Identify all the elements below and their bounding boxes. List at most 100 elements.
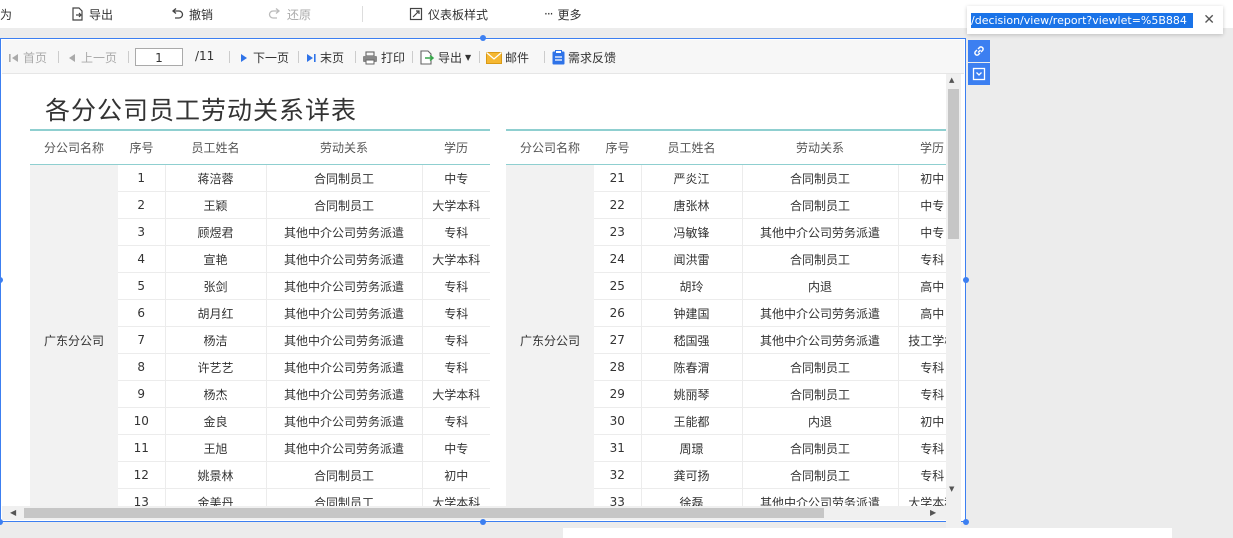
col-header: 劳动关系 [266, 129, 422, 165]
first-page-button[interactable]: 首页 [8, 49, 47, 66]
labor-relation-cell: 合同制员工 [741, 191, 898, 219]
more-icon: ··· [544, 7, 554, 21]
horizontal-scrollbar[interactable]: ◀ ▶ [2, 506, 946, 520]
scroll-left-icon[interactable]: ◀ [10, 508, 16, 517]
labor-relation-cell: 合同制员工 [265, 164, 422, 192]
labor-relation-cell: 合同制员工 [741, 380, 898, 408]
labor-relation-cell: 内退 [741, 407, 898, 435]
print-button[interactable]: 打印 [362, 49, 405, 66]
education-cell: 专科 [897, 434, 946, 462]
labor-relation-cell: 其他中介公司劳务派遣 [265, 380, 422, 408]
employee-name-cell: 王颖 [164, 191, 266, 219]
prev-page-button[interactable]: 上一页 [66, 49, 117, 66]
next-page-icon [241, 53, 247, 62]
employee-name-cell: 金美丹 [164, 488, 266, 506]
education-cell: 专科 [421, 353, 490, 381]
education-cell: 高中 [897, 299, 946, 327]
mail-button[interactable]: 邮件 [486, 49, 529, 66]
last-page-label: 末页 [320, 51, 345, 65]
index-cell: 13 [118, 488, 165, 506]
table-header-row: 分公司名称 序号 员工姓名 劳动关系 学历 [30, 129, 490, 165]
employee-name-cell: 胡玲 [640, 272, 742, 300]
col-header: 分公司名称 [30, 129, 118, 165]
more-button[interactable]: ··· 更多 [544, 5, 581, 23]
index-cell: 24 [594, 245, 641, 273]
employee-name-cell: 陈春渭 [640, 353, 742, 381]
next-page-button[interactable]: 下一页 [238, 49, 289, 66]
page-number-input[interactable]: 1 [135, 48, 183, 66]
toolbar-divider [58, 51, 59, 63]
branch-name-cell: 广东分公司 [506, 164, 594, 506]
index-cell: 11 [118, 434, 165, 462]
resize-handle[interactable] [480, 519, 486, 525]
employee-name-cell: 徐磊 [640, 488, 742, 506]
horizontal-scroll-thumb[interactable] [24, 508, 824, 518]
employee-name-cell: 闻洪雷 [640, 245, 742, 273]
labor-relation-cell: 其他中介公司劳务派遣 [265, 299, 422, 327]
employee-name-cell: 许艺艺 [164, 353, 266, 381]
index-cell: 33 [594, 488, 641, 506]
index-cell: 29 [594, 380, 641, 408]
resize-handle[interactable] [963, 277, 969, 283]
index-cell: 22 [594, 191, 641, 219]
scroll-down-icon[interactable]: ▼ [949, 485, 954, 493]
vertical-scroll-thumb[interactable] [948, 89, 959, 239]
printer-icon [363, 50, 377, 64]
labor-relation-cell: 其他中介公司劳务派遣 [265, 326, 422, 354]
close-icon[interactable]: ✕ [1203, 12, 1215, 28]
collapse-icon [972, 67, 986, 81]
total-pages-label: /11 [195, 49, 215, 63]
redo-button[interactable]: 还原 [268, 5, 311, 23]
labor-relation-cell: 合同制员工 [741, 164, 898, 192]
resize-handle[interactable] [480, 35, 486, 41]
index-cell: 4 [118, 245, 165, 273]
dashboard-style-icon [409, 7, 423, 21]
export-button[interactable]: 导出 [70, 5, 113, 23]
col-header: 序号 [594, 129, 641, 165]
total-pages: /11 [195, 49, 214, 63]
vertical-scrollbar[interactable]: ▲ ▼ [946, 74, 961, 536]
col-header: 分公司名称 [506, 129, 594, 165]
toolbar-divider [128, 51, 129, 63]
education-cell: 专科 [421, 272, 490, 300]
education-cell: 专科 [421, 299, 490, 327]
resize-handle[interactable] [0, 519, 3, 525]
education-cell: 专科 [421, 326, 490, 354]
report-title: 各分公司员工劳动关系详表 [45, 96, 358, 125]
employee-name-cell: 钟建国 [640, 299, 742, 327]
undo-icon [171, 8, 184, 19]
url-text[interactable]: /decision/view/report?viewlet=%5B884 [971, 13, 1193, 28]
link-button[interactable] [968, 40, 990, 62]
toolbar-divider [229, 51, 230, 63]
collapse-button[interactable] [968, 63, 990, 85]
undo-button[interactable]: 撤销 [170, 5, 213, 23]
dashboard-style-button[interactable]: 仪表板样式 [409, 5, 488, 23]
employee-name-cell: 王旭 [164, 434, 266, 462]
education-cell: 大学本科 [421, 380, 490, 408]
scroll-right-icon[interactable]: ▶ [930, 508, 936, 517]
labor-relation-cell: 其他中介公司劳务派遣 [265, 353, 422, 381]
col-header: 员工姓名 [641, 129, 742, 165]
table-row: 广东分公司 21 严炎江 合同制员工 初中 [506, 164, 946, 506]
first-page-label: 首页 [23, 51, 48, 65]
report-toolbar: 首页 上一页 1 /11 下一页 末页 打印 导出 ▼ 邮件 需求反馈 [2, 40, 964, 74]
labor-relation-cell: 其他中介公司劳务派遣 [265, 218, 422, 246]
export-icon [72, 7, 83, 21]
chevron-down-icon: ▼ [465, 53, 472, 62]
index-cell: 23 [594, 218, 641, 246]
resize-handle[interactable] [963, 519, 969, 525]
feedback-button[interactable]: 需求反馈 [552, 49, 616, 66]
report-export-button[interactable]: 导出 ▼ [419, 49, 471, 66]
labor-relation-cell: 其他中介公司劳务派遣 [741, 218, 898, 246]
report-widget[interactable]: 首页 上一页 1 /11 下一页 末页 打印 导出 ▼ 邮件 需求反馈 各分公司… [0, 38, 966, 536]
toolbar-item-save-as[interactable]: 为 [0, 5, 12, 23]
scroll-up-icon[interactable]: ▲ [949, 76, 954, 84]
education-cell: 专科 [421, 218, 490, 246]
index-cell: 28 [594, 353, 641, 381]
employee-name-cell: 胡月红 [164, 299, 266, 327]
labor-relation-cell: 合同制员工 [265, 488, 422, 506]
toolbar-divider [544, 51, 545, 63]
last-page-button[interactable]: 末页 [305, 49, 344, 66]
employee-table-left: 分公司名称 序号 员工姓名 劳动关系 学历 广东分公司 1 蒋涪蓉 合同制员工 中专 2 王… [30, 129, 490, 506]
undo-label: 撤销 [189, 7, 214, 22]
